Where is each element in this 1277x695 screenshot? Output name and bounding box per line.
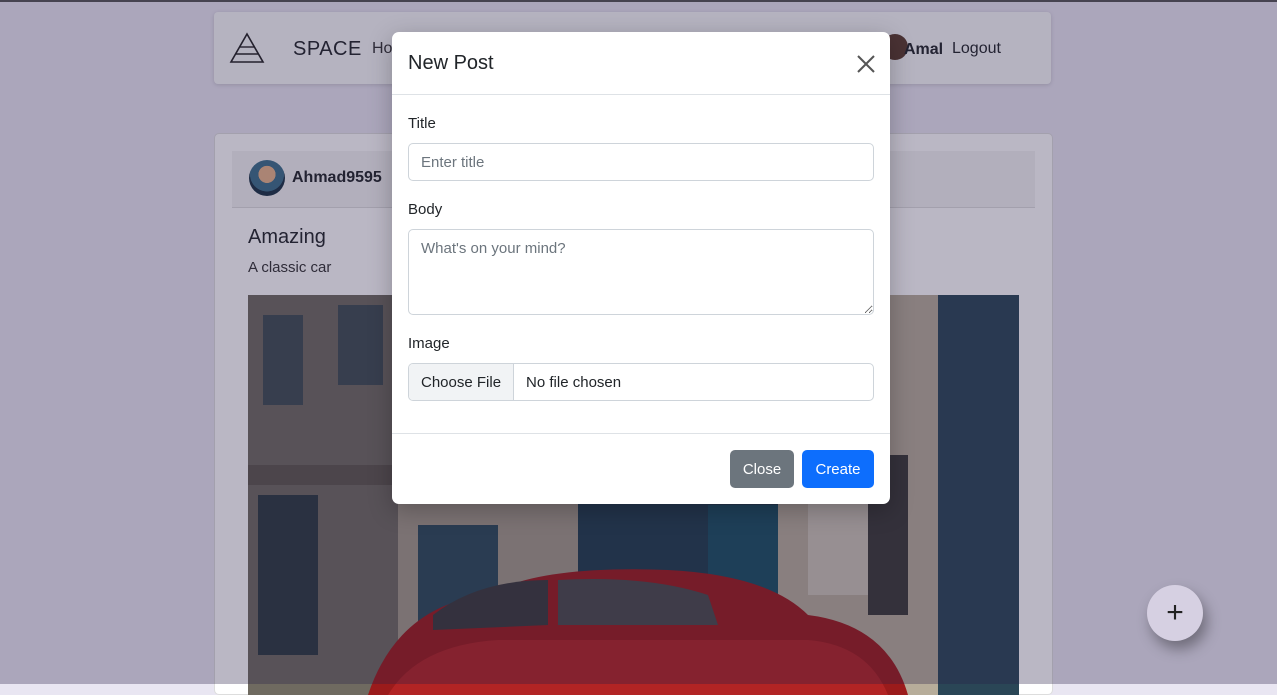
- body-textarea[interactable]: [408, 229, 874, 315]
- title-input[interactable]: [408, 143, 874, 181]
- file-status-text: No file chosen: [526, 373, 622, 391]
- add-post-button[interactable]: +: [1147, 585, 1203, 641]
- new-post-modal: New Post Title Body Image Choose File No…: [392, 32, 890, 504]
- close-button[interactable]: Close: [730, 450, 794, 488]
- choose-file-button[interactable]: Choose File: [409, 364, 515, 400]
- image-label: Image: [408, 335, 450, 352]
- plus-icon: +: [1166, 596, 1184, 629]
- modal-footer: Close Create: [392, 433, 890, 505]
- create-button[interactable]: Create: [802, 450, 874, 488]
- image-file-input[interactable]: Choose File No file chosen: [408, 363, 874, 401]
- modal-header: New Post: [392, 32, 890, 95]
- modal-title: New Post: [408, 52, 494, 74]
- body-label: Body: [408, 201, 443, 218]
- close-icon[interactable]: [854, 52, 878, 76]
- title-label: Title: [408, 115, 436, 132]
